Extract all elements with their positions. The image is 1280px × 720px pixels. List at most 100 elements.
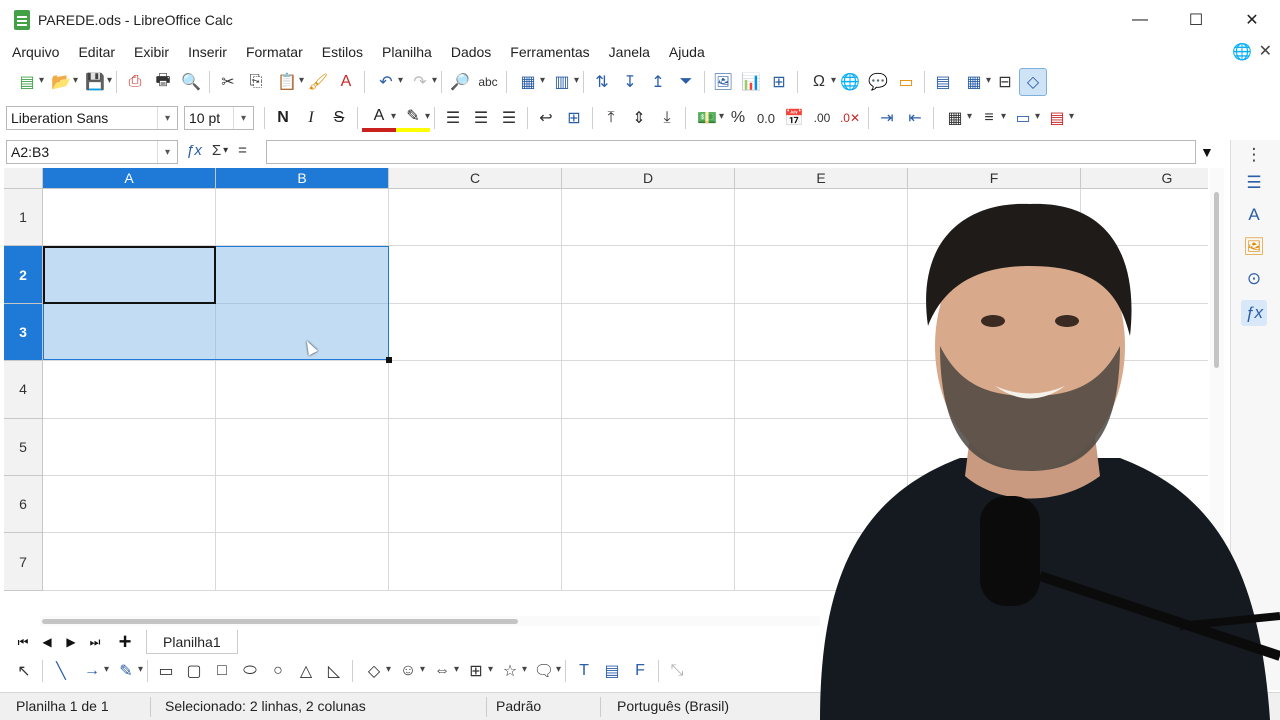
print-preview-icon[interactable]: 🔍 [177,68,205,96]
paste-icon[interactable]: 📋 [270,68,304,96]
cell-d1[interactable] [562,189,735,247]
open-folder-icon[interactable]: 📂 [44,68,78,96]
column-header-e[interactable]: E [735,168,908,189]
show-draw-functions-icon[interactable]: ◇ [1019,68,1047,96]
name-box[interactable]: A2:B3 ▾ [6,140,178,164]
horizontal-scrollbar[interactable] [40,616,820,626]
menu-inserir[interactable]: Inserir [188,44,227,60]
triangle-icon[interactable]: △ [292,657,320,685]
hyperlink-icon[interactable]: 🌐 [836,68,864,96]
strikethrough-button[interactable]: S [325,104,353,132]
export-pdf-icon[interactable]: ⎙ [121,68,149,96]
cell-c1[interactable] [389,189,562,247]
merge-center-icon[interactable]: ⊞ [560,104,588,132]
right-triangle-icon[interactable]: ◺ [320,657,348,685]
menu-arquivo[interactable]: Arquivo [12,44,59,60]
font-name-combo[interactable]: Liberation Sans ▾ [6,106,178,130]
cell-b4[interactable] [216,361,389,419]
row-header-7[interactable]: 7 [4,533,43,591]
decrease-indent-icon[interactable]: ⇤ [901,104,929,132]
cell-d6[interactable] [562,476,735,534]
maximize-button[interactable]: ☐ [1168,0,1224,40]
cell-d5[interactable] [562,418,735,476]
menu-planilha[interactable]: Planilha [382,44,432,60]
cell-b6[interactable] [216,476,389,534]
align-right-icon[interactable]: ☰ [495,104,523,132]
cell-d4[interactable] [562,361,735,419]
comment-icon[interactable]: 💬 [864,68,892,96]
line-icon[interactable]: ╲ [47,657,75,685]
rectangle-icon[interactable]: ▭ [152,657,180,685]
column-header-d[interactable]: D [562,168,735,189]
toggle-point-edit-icon[interactable]: ⤡ [663,657,691,685]
menu-ajuda[interactable]: Ajuda [669,44,705,60]
new-document-icon[interactable]: ▤ [10,68,44,96]
flowchart-icon[interactable]: ⊞ [459,657,493,685]
align-left-icon[interactable]: ☰ [439,104,467,132]
fontwork-icon[interactable]: F [626,657,654,685]
column-header-f[interactable]: F [908,168,1081,189]
block-arrows-icon[interactable]: ⇔ [425,657,459,685]
column-header-c[interactable]: C [389,168,562,189]
chevron-down-icon[interactable]: ▾ [157,141,177,163]
cut-icon[interactable]: ✂ [214,68,242,96]
column-icon[interactable]: ▥ [545,68,579,96]
percent-format-icon[interactable]: % [724,104,752,132]
align-bottom-icon[interactable]: ⤓ [653,104,681,132]
spelling-icon[interactable]: abc [474,68,502,96]
italic-button[interactable]: I [297,104,325,132]
add-decimal-icon[interactable]: .00 [808,104,836,132]
autofilter-icon[interactable]: ⏷ [672,68,700,96]
function-wizard-icon[interactable]: ƒx [186,142,202,159]
border-color-icon[interactable]: ▭ [1006,104,1040,132]
freeze-rows-columns-icon[interactable]: ▦ [957,68,991,96]
chevron-down-icon[interactable]: ▾ [233,107,253,129]
column-header-b[interactable]: B [216,168,389,189]
redo-icon[interactable]: ↷ [403,68,437,96]
select-all-corner[interactable] [4,168,43,189]
previous-sheet-icon[interactable]: ◀ [36,631,58,653]
define-print-area-icon[interactable]: ▤ [929,68,957,96]
row-header-5[interactable]: 5 [4,418,43,476]
cell-c4[interactable] [389,361,562,419]
font-size-combo[interactable]: 10 pt ▾ [184,106,254,130]
conditional-format-icon[interactable]: ▤ [1040,104,1074,132]
insert-text-icon[interactable]: ▤ [598,657,626,685]
cell-a1[interactable] [43,189,216,247]
last-sheet-icon[interactable]: ⏭ [84,631,106,653]
cell-b1[interactable] [216,189,389,247]
sheet-tab[interactable]: Planilha1 [146,630,238,654]
cell-d3[interactable] [562,303,735,362]
row-header-4[interactable]: 4 [4,361,43,419]
menu-editar[interactable]: Editar [78,44,115,60]
menu-janela[interactable]: Janela [609,44,650,60]
copy-icon[interactable]: ⎘ [242,68,270,96]
next-sheet-icon[interactable]: ▶ [60,631,82,653]
basic-shapes-icon[interactable]: ◇ [357,657,391,685]
insert-chart-icon[interactable]: 📊 [737,68,765,96]
close-button[interactable]: ✕ [1224,0,1280,40]
row-header-2[interactable]: 2 [4,246,43,304]
square-icon[interactable]: □ [208,657,236,685]
special-character-icon[interactable]: Ω [802,68,836,96]
delete-decimal-icon[interactable]: .0✕ [836,104,864,132]
cell-b5[interactable] [216,418,389,476]
cell-a5[interactable] [43,418,216,476]
date-format-icon[interactable]: 📅 [780,104,808,132]
chevron-down-icon[interactable]: ▾ [157,107,177,129]
undo-icon[interactable]: ↶ [369,68,403,96]
first-sheet-icon[interactable]: ⏮ [12,631,34,653]
curve-icon[interactable]: ✎ [109,657,143,685]
row-icon[interactable]: ▦ [511,68,545,96]
page-style-status[interactable]: Padrão [496,698,541,714]
pivot-table-icon[interactable]: ⊞ [765,68,793,96]
cell-c3[interactable] [389,303,562,362]
header-footer-icon[interactable]: ▭ [892,68,920,96]
cell-d2[interactable] [562,246,735,304]
find-replace-icon[interactable]: 🔎 [446,68,474,96]
menu-formatar[interactable]: Formatar [246,44,303,60]
print-icon[interactable]: 🖶 [149,68,177,96]
highlight-color-icon[interactable]: ✎ [396,104,430,132]
formula-input[interactable] [266,140,1196,164]
cell-a4[interactable] [43,361,216,419]
